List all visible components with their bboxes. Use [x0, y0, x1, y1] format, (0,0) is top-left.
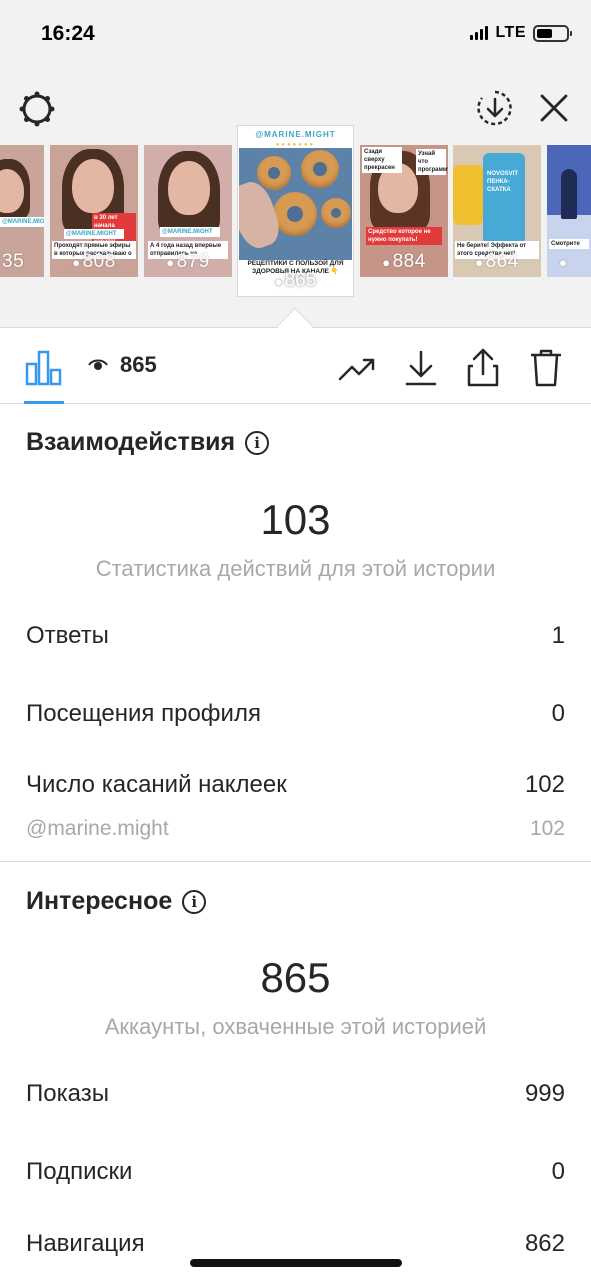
- eye-icon: ●: [274, 274, 283, 289]
- info-icon[interactable]: i: [245, 430, 270, 455]
- eye-icon: ●: [475, 255, 484, 270]
- stat-row: Показы 999: [26, 1080, 565, 1108]
- stat-value: 999: [524, 1080, 565, 1107]
- story-views-count: 808: [82, 251, 116, 272]
- story-views-count: 865: [284, 270, 317, 291]
- story-thumbnail[interactable]: @MARINE.MIGHT 35: [0, 145, 44, 277]
- story-thumbnail[interactable]: Сзади сверху прекрасен Узнай что програм…: [360, 145, 448, 277]
- stat-value: 0: [551, 700, 565, 727]
- stat-label: Посещения профиля: [26, 700, 261, 727]
- status-indicators: LTE: [470, 24, 572, 42]
- archive-download-icon[interactable]: [475, 88, 515, 128]
- stat-label: Показы: [26, 1080, 109, 1107]
- stat-label: Число касаний наклеек: [26, 771, 287, 798]
- stat-row: Подписки 0: [26, 1158, 565, 1186]
- story-thumbnail[interactable]: Смотрите ●: [547, 145, 591, 277]
- section-divider: [0, 861, 591, 862]
- eye-icon: ●: [72, 255, 81, 270]
- status-time: 16:24: [41, 22, 95, 45]
- interactions-title: Взаимодействия i: [26, 428, 270, 457]
- insights-tab-icon[interactable]: [24, 350, 64, 386]
- trending-icon[interactable]: [335, 346, 379, 390]
- story-views-summary: 865: [88, 352, 157, 378]
- stat-row: Навигация 862: [26, 1230, 565, 1258]
- stat-value: 1: [551, 622, 565, 649]
- story-thumbnail[interactable]: @MARINE.MIGHT А 4 года назад впервые отп…: [144, 145, 232, 277]
- eye-icon: ●: [382, 255, 391, 270]
- stat-value: 862: [524, 1230, 565, 1257]
- stat-label: Ответы: [26, 622, 109, 649]
- discovery-total: 865: [260, 954, 331, 1001]
- discovery-caption: Аккаунты, охваченные этой историей: [104, 1014, 487, 1039]
- story-views-count: 864: [485, 251, 519, 272]
- sticker-username: @marine.might: [26, 817, 169, 840]
- signal-icon: [470, 26, 489, 40]
- story-thumbnail[interactable]: в 30 лет начала изучать карате! @MARINE.…: [50, 145, 138, 277]
- stat-label: Навигация: [26, 1230, 145, 1257]
- download-icon[interactable]: [399, 346, 443, 390]
- close-icon[interactable]: [534, 88, 574, 128]
- sticker-taps-value: 102: [529, 817, 565, 840]
- interactions-caption: Статистика действий для этой истории: [95, 556, 496, 581]
- story-views-count: 35: [2, 251, 25, 272]
- interactions-total: 103: [260, 496, 331, 543]
- story-brand: @MARINE.MIGHT: [255, 130, 336, 139]
- story-views-count: 879: [176, 251, 210, 272]
- stat-row: Посещения профиля 0: [26, 700, 565, 728]
- story-views-count: 884: [392, 251, 426, 272]
- battery-icon: [533, 24, 572, 42]
- stat-row: Число касаний наклеек 102: [26, 771, 565, 799]
- stat-label: Подписки: [26, 1158, 133, 1185]
- trash-icon[interactable]: [524, 346, 568, 390]
- discovery-title: Интересное i: [26, 887, 207, 916]
- sticker-sub-row: @marine.might 102: [26, 817, 565, 841]
- status-bar: 16:24 LTE: [0, 0, 591, 70]
- section-title-text: Интересное: [26, 887, 173, 915]
- eye-icon: ●: [559, 255, 568, 270]
- eye-icon: [88, 359, 108, 370]
- share-icon[interactable]: [461, 346, 505, 390]
- home-indicator[interactable]: [190, 1259, 402, 1267]
- eye-icon: ●: [166, 255, 175, 270]
- stat-value: 102: [524, 771, 565, 798]
- section-title-text: Взаимодействия: [26, 428, 236, 456]
- stat-value: 0: [551, 1158, 565, 1185]
- stat-row: Ответы 1: [26, 622, 565, 650]
- selected-story-thumbnail[interactable]: @MARINE.MIGHT ●●●●●●● РЕЦЕПТИКИ С ПОЛЬЗО…: [238, 126, 353, 296]
- info-icon[interactable]: i: [182, 889, 207, 914]
- insights-toolbar: 865: [0, 328, 591, 404]
- active-tab-indicator: [24, 401, 64, 404]
- donuts-photo: [239, 148, 352, 266]
- network-label: LTE: [495, 24, 526, 41]
- views-count: 865: [120, 352, 157, 377]
- story-thumbnail[interactable]: NOVOSVIT ПЕНКА-СКАТКА Не берите! Эффекта…: [453, 145, 541, 277]
- settings-icon[interactable]: [16, 88, 58, 130]
